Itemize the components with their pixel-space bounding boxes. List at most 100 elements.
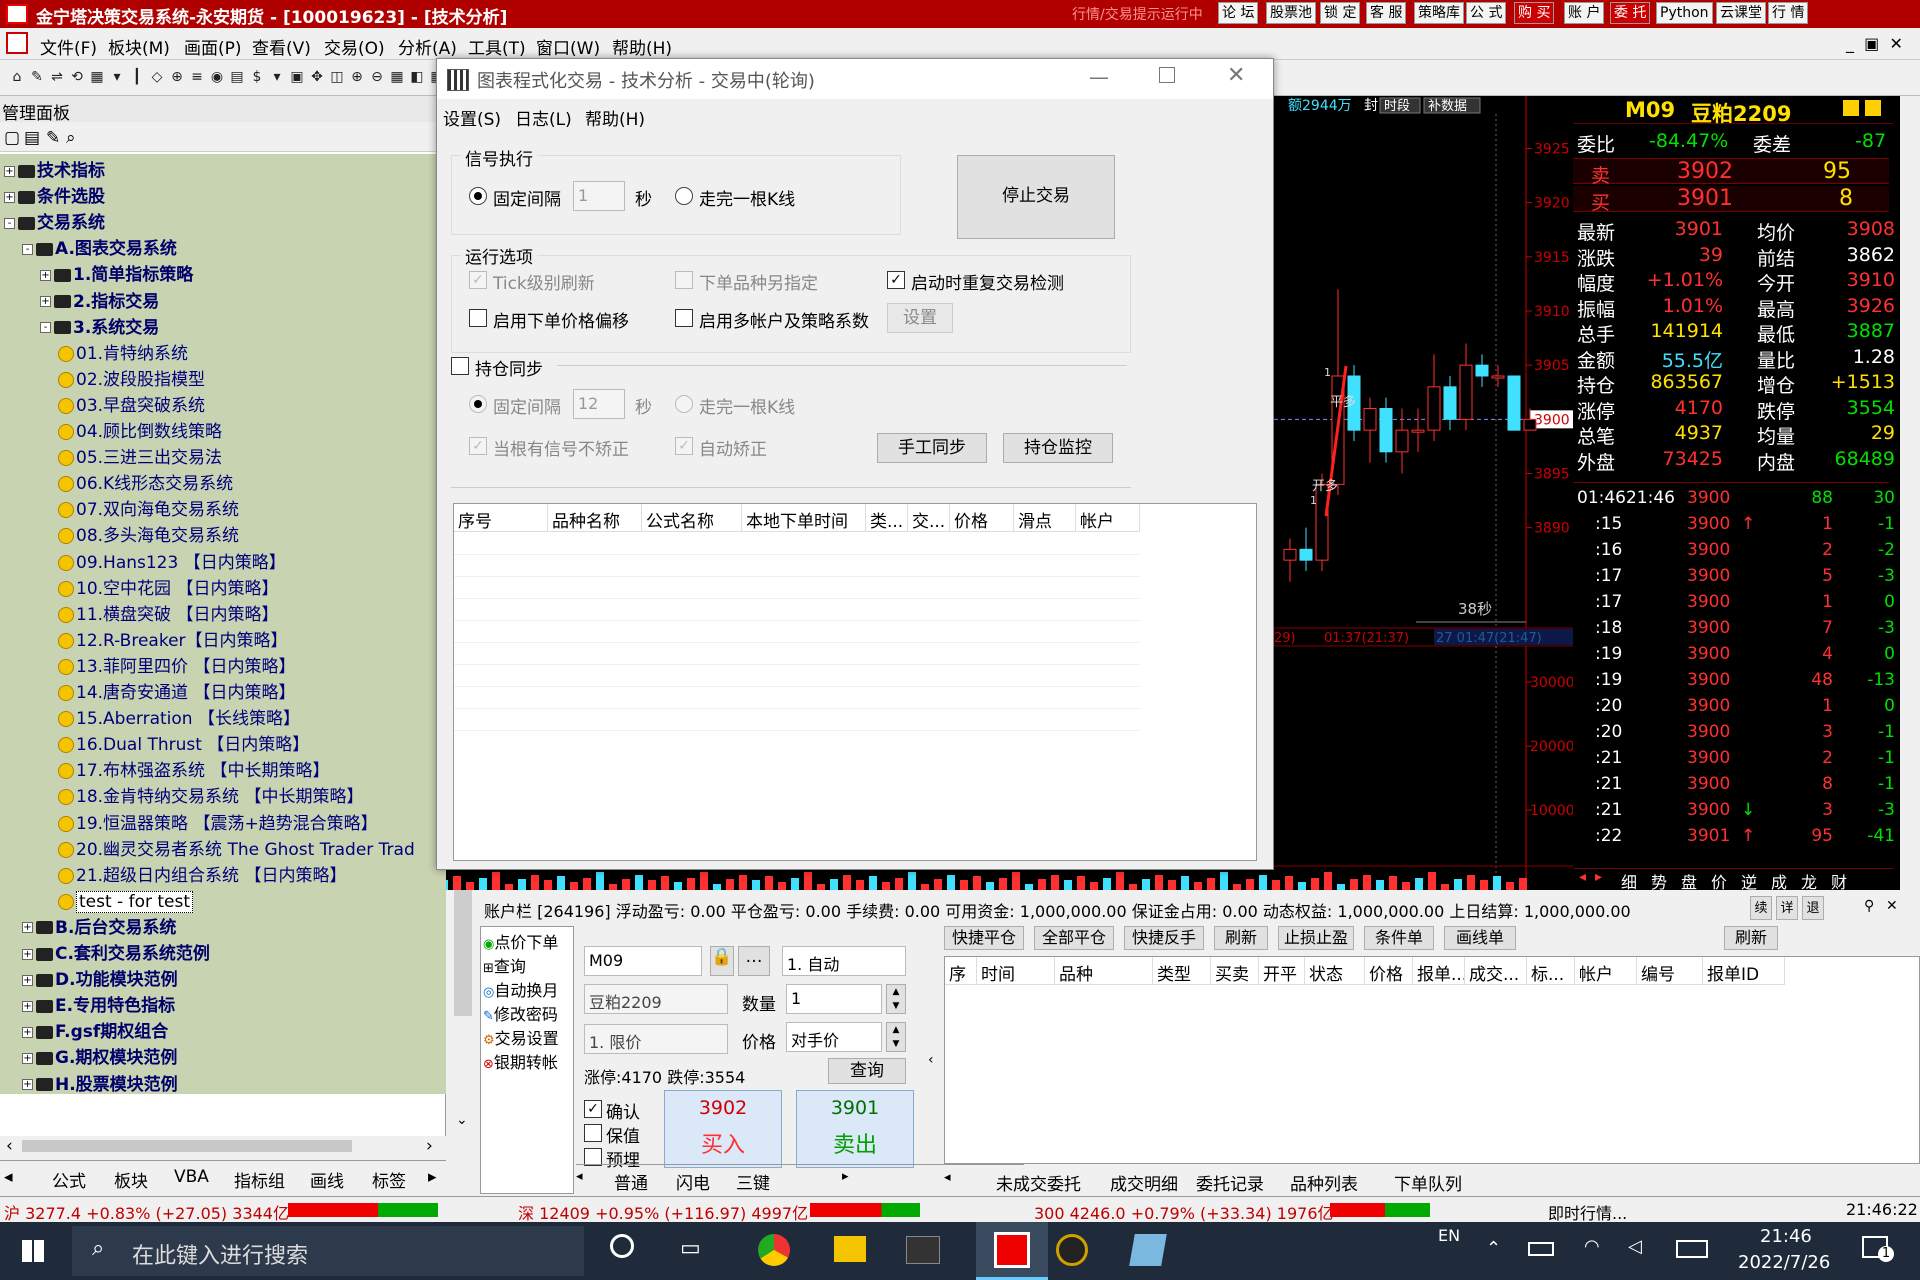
tree-node[interactable]: 18.金肯特纳交易系统 【中长期策略】 [58, 784, 363, 810]
column-header[interactable]: 品种名称 [548, 504, 642, 532]
tree-node[interactable]: + 技术指标 [4, 158, 105, 184]
window-icon[interactable]: ▣ [288, 68, 306, 86]
tree-node[interactable]: 04.顾比倒数线策略 [58, 419, 222, 445]
order-type-tab[interactable]: 三键 [736, 1169, 770, 1194]
signal-kline-radio[interactable] [675, 187, 693, 205]
tree-node[interactable]: 13.菲阿里四价 【日内策略】 [58, 654, 295, 680]
menu-5[interactable]: 分析(A) [398, 34, 457, 59]
tree-node[interactable]: 21.超级日内组合系统 【日内策略】 [58, 863, 346, 889]
title-btn-7[interactable]: 账 户 [1564, 2, 1605, 24]
dialog-menu-item[interactable]: 帮助(H) [585, 105, 645, 130]
title-btn-3[interactable]: 客 服 [1366, 2, 1407, 24]
column-header[interactable]: 报单... [1413, 957, 1465, 985]
tree-node[interactable]: 12.R-Breaker【日内策略】 [58, 628, 288, 654]
title-btn-11[interactable]: 行 情 [1768, 2, 1809, 24]
tick-refresh-checkbox[interactable]: ✓ [469, 271, 487, 289]
expand-icon[interactable]: + [4, 191, 15, 203]
price-type-select[interactable]: 1. 限价 [584, 1024, 728, 1054]
menu-0[interactable]: 文件(F) [40, 34, 97, 59]
minimize-icon[interactable]: — [1089, 65, 1109, 89]
expand-icon[interactable]: - [4, 217, 15, 229]
order-action-button[interactable]: 止损止盈 [1278, 926, 1354, 950]
menu-7[interactable]: 窗口(W) [536, 34, 600, 59]
window-controls[interactable]: _ ▣ ✕ [1846, 34, 1903, 53]
panel-icon[interactable]: ◧ [408, 68, 426, 86]
quote-tab[interactable]: 龙 [1801, 869, 1817, 890]
sync-kline-radio[interactable] [675, 395, 693, 413]
account-renew-button[interactable]: 续 [1750, 896, 1772, 920]
title-btn-5[interactable]: 公 式 [1466, 2, 1507, 24]
tree-node[interactable]: 17.布林强盗系统 【中长期策略】 [58, 758, 329, 784]
column-header[interactable]: 类型 [1153, 957, 1211, 985]
panel-tab-0[interactable]: 公式 [52, 1167, 86, 1192]
quote-scrollbar[interactable] [1900, 96, 1920, 890]
tree-node[interactable]: 08.多头海龟交易系统 [58, 523, 239, 549]
buy-button[interactable]: 3902 买入 [664, 1090, 782, 1168]
order-action-button[interactable]: 全部平仓 [1034, 926, 1114, 950]
expand-icon[interactable]: + [22, 1026, 33, 1038]
qty-input[interactable]: 1 [786, 984, 882, 1014]
panel-tab-2[interactable]: VBA [174, 1167, 209, 1187]
maximize-icon[interactable] [1159, 67, 1175, 83]
doc-icon[interactable]: ▤ [228, 68, 246, 86]
column-header[interactable]: 交... [908, 504, 950, 532]
list-icon[interactable]: ≡ [188, 68, 206, 86]
column-header[interactable]: 状态 [1305, 957, 1365, 985]
bars-icon[interactable]: ┃ [128, 68, 146, 86]
tree-node[interactable]: 15.Aberration 【长线策略】 [58, 706, 300, 732]
price-input[interactable]: 对手价 [786, 1022, 882, 1052]
order-action-button[interactable]: 刷新 [1724, 926, 1778, 950]
tree-node[interactable]: 19.恒温器策略 【震荡+趋势混合策略】 [58, 811, 378, 837]
dropdown2-icon[interactable]: ▾ [268, 68, 286, 86]
dollar-icon[interactable]: $ [248, 68, 266, 86]
tree-node[interactable]: - 交易系统 [4, 210, 105, 236]
table-icon[interactable]: ▦ [388, 68, 406, 86]
zoom-out-icon[interactable]: ⊖ [368, 68, 386, 86]
add-icon[interactable]: ⊕ [168, 68, 186, 86]
grid-icon[interactable]: ▦ [88, 68, 106, 86]
windows-start-icon[interactable] [22, 1240, 44, 1262]
expand-icon[interactable]: + [22, 1079, 33, 1090]
column-header[interactable]: 滑点 [1014, 504, 1076, 532]
column-header[interactable]: 买卖 [1211, 957, 1259, 985]
lock-button[interactable]: 🔒 [710, 946, 734, 976]
tree-node[interactable]: 01.肯特纳系统 [58, 341, 188, 367]
title-btn-6[interactable]: 购 买 [1514, 2, 1555, 24]
account-exit-button[interactable]: 退 [1802, 896, 1824, 920]
confirm-checkbox[interactable]: ✓ [584, 1100, 602, 1118]
order-type-tab[interactable]: 普通 [614, 1169, 648, 1194]
title-btn-8[interactable]: 委 托 [1610, 2, 1651, 24]
title-btn-0[interactable]: 论 坛 [1218, 2, 1259, 24]
column-header[interactable]: 本地下单时间 [742, 504, 866, 532]
quote-tab[interactable]: 价 [1711, 869, 1727, 890]
panel-tab-3[interactable]: 指标组 [234, 1167, 285, 1192]
column-header[interactable]: 序号 [454, 504, 548, 532]
expand-icon[interactable]: - [40, 322, 51, 334]
move-icon[interactable]: ✥ [308, 68, 326, 86]
expand-icon[interactable]: + [22, 922, 33, 934]
tray-chevron-icon[interactable]: ⌃ [1486, 1238, 1501, 1259]
expand-icon[interactable]: + [40, 269, 51, 281]
account-detail-button[interactable]: 详 [1776, 896, 1798, 920]
app3-icon[interactable] [1129, 1234, 1167, 1266]
dialog-menu-item[interactable]: 设置(S) [443, 105, 501, 130]
quote-tab-left-icon[interactable]: ◂ [1579, 869, 1586, 885]
column-header[interactable]: 序 [945, 957, 977, 985]
price-offset-checkbox[interactable] [469, 309, 487, 327]
position-sync-checkbox[interactable] [451, 357, 469, 375]
tree-node[interactable]: 07.双向海龟交易系统 [58, 497, 239, 523]
sync-interval-input[interactable]: 12 [573, 389, 625, 419]
menu-1[interactable]: 板块(M) [108, 34, 170, 59]
variety-checkbox[interactable] [675, 271, 693, 289]
price-stepper[interactable]: ▲ ▼ [886, 1022, 906, 1052]
expand-icon[interactable]: + [22, 1052, 33, 1064]
tree-node[interactable]: 14.唐奇安通道 【日内策略】 [58, 680, 295, 706]
terminal-icon[interactable] [906, 1236, 940, 1264]
tree-node[interactable]: + C.套利交易系统范例 [22, 941, 210, 967]
title-btn-4[interactable]: 策略库 [1414, 2, 1464, 24]
title-btn-9[interactable]: Python [1656, 2, 1713, 24]
wifi-icon[interactable]: ◠ [1584, 1236, 1600, 1257]
volume-icon[interactable]: ◁ [1628, 1236, 1642, 1257]
sync-icon[interactable]: ⇌ [48, 68, 66, 86]
expand-icon[interactable]: + [22, 948, 33, 960]
